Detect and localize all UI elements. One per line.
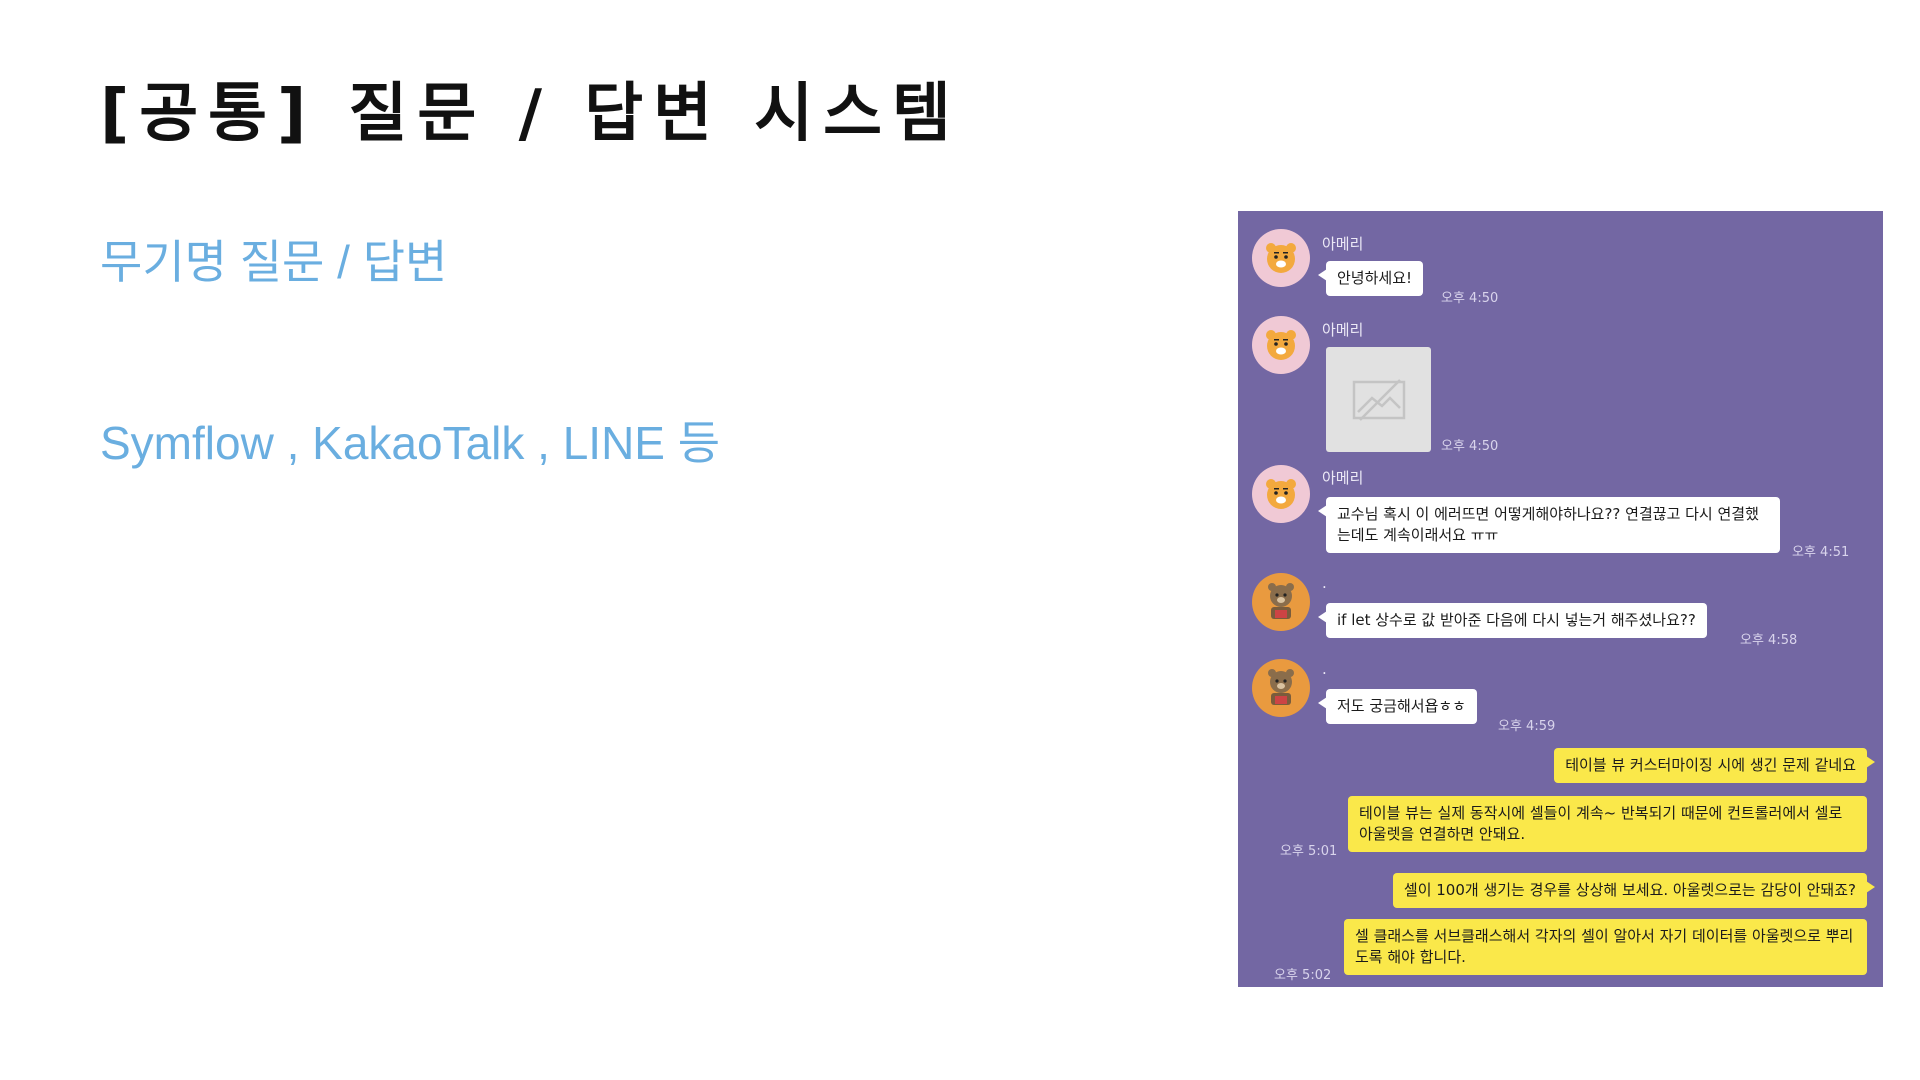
- sender-name: 아메리: [1322, 321, 1364, 339]
- message-time: 오후 5:02: [1274, 968, 1332, 983]
- message-time: 오후 4:58: [1740, 633, 1798, 648]
- image-attachment[interactable]: [1326, 347, 1431, 452]
- avatar-bear-icon: [1252, 573, 1310, 631]
- chat-bubble-incoming: 저도 궁금해서욥ㅎㅎ: [1318, 689, 1477, 724]
- chat-bubble-incoming: if let 상수로 값 받아준 다음에 다시 넣는거 해주셨나요??: [1318, 603, 1707, 638]
- avatar-bear-icon: [1252, 659, 1310, 717]
- chat-bubble-incoming: 안녕하세요!: [1317, 261, 1424, 296]
- chat-bubble-outgoing: 셀이 100개 생기는 경우를 상상해 보세요. 아울렛으로는 감당이 안돼죠?: [1392, 873, 1876, 908]
- message-time: 오후 4:50: [1441, 291, 1499, 306]
- chat-bubble-outgoing: 테이블 뷰 커스터마이징 시에 생긴 문제 같네요: [1554, 748, 1875, 783]
- avatar-ryan-icon: [1252, 316, 1310, 374]
- slide-title: [공통] 질문 / 답변 시스템: [100, 77, 961, 151]
- chat-bubble-outgoing: 셀 클래스를 서브클래스해서 각자의 셀이 알아서 자기 데이터를 아울렛으로 …: [1344, 919, 1867, 975]
- sender-name: .: [1322, 660, 1327, 678]
- slide-subtitle-platforms: Symflow , KakaoTalk , LINE 등: [100, 417, 721, 469]
- sender-name: .: [1322, 574, 1327, 592]
- message-time: 오후 4:59: [1498, 719, 1556, 734]
- sender-name: 아메리: [1322, 469, 1364, 487]
- avatar-ryan-icon: [1252, 229, 1310, 287]
- avatar-ryan-icon: [1252, 465, 1310, 523]
- kakaotalk-chat-screenshot: 아메리 안녕하세요! 오후 4:50 아메리 오후 4:50 아메리 교수님 혹…: [1238, 211, 1883, 987]
- chat-bubble-incoming: 교수님 혹시 이 에러뜨면 어떻게해야하나요?? 연결끊고 다시 연결했는데도 …: [1318, 497, 1780, 553]
- chat-bubble-outgoing: 테이블 뷰는 실제 동작시에 셀들이 계속~ 반복되기 때문에 컨트롤러에서 셀…: [1348, 796, 1867, 852]
- image-placeholder-icon: [1352, 378, 1405, 421]
- message-time: 오후 5:01: [1280, 844, 1338, 859]
- message-time: 오후 4:51: [1792, 545, 1850, 560]
- slide-subtitle-anonymous-qa: 무기명 질문 / 답변: [100, 236, 448, 288]
- message-time: 오후 4:50: [1441, 439, 1499, 454]
- sender-name: 아메리: [1322, 235, 1364, 253]
